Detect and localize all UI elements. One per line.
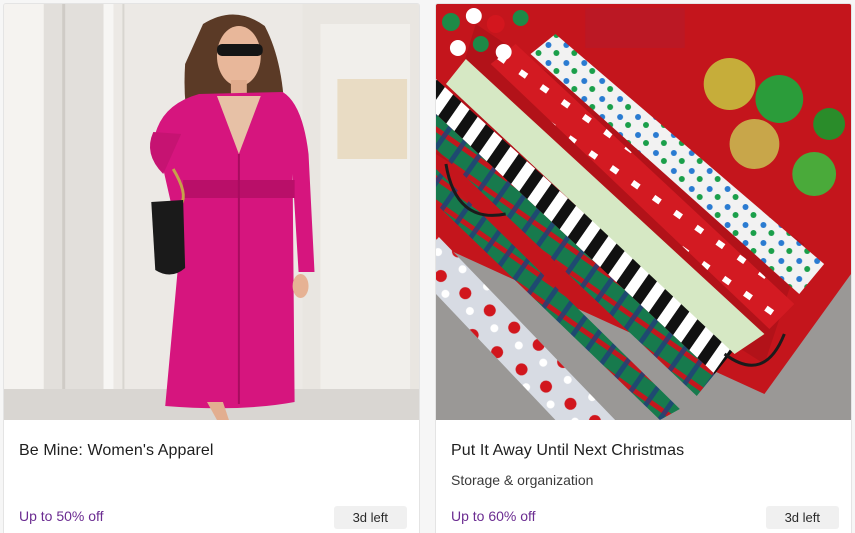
gift-wrap-storage-photo [436,4,851,420]
time-left-badge: 3d left [333,506,407,529]
deal-subtitle: Storage & organization [451,472,594,488]
deal-card-womens-apparel[interactable]: Be Mine: Women's Apparel Up to 50% off 3… [3,3,420,533]
pink-coat-photo [4,4,419,420]
deal-discount: Up to 50% off [19,508,104,524]
deal-card-christmas-storage[interactable]: Put It Away Until Next Christmas Storage… [435,3,852,533]
deal-card-body: Put It Away Until Next Christmas Storage… [436,420,851,533]
deal-title[interactable]: Put It Away Until Next Christmas [451,442,684,460]
time-left-badge: 3d left [765,506,839,529]
deal-image[interactable] [436,4,851,420]
deal-image[interactable] [4,4,419,420]
deal-card-body: Be Mine: Women's Apparel Up to 50% off 3… [4,420,419,533]
deal-discount: Up to 60% off [451,508,536,524]
deal-title[interactable]: Be Mine: Women's Apparel [19,442,214,460]
